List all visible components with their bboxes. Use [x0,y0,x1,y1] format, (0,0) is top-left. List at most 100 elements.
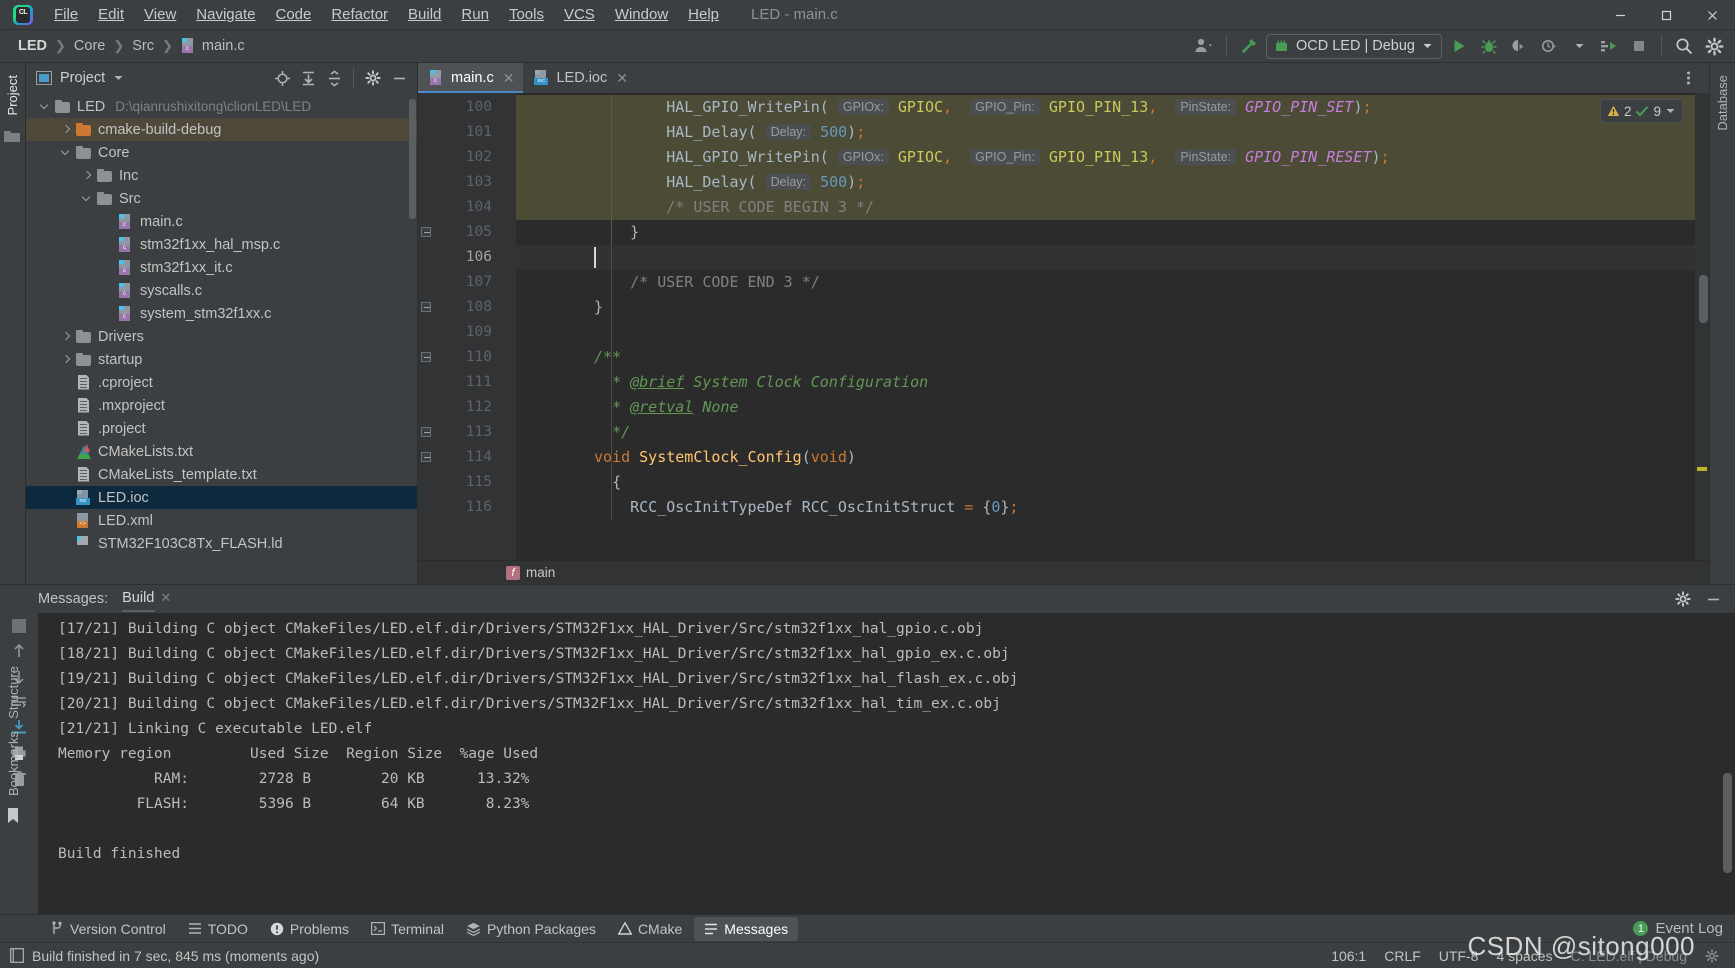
stop-button[interactable] [1626,34,1652,58]
tree-node[interactable]: Core [26,141,417,164]
code-folding-column[interactable] [421,93,1705,560]
caret-position[interactable]: 106:1 [1331,948,1366,964]
hide-panel-icon[interactable] [387,67,411,89]
tree-node[interactable]: stm32f1xx_it.c [26,256,417,279]
event-log-label[interactable]: Event Log [1655,920,1723,937]
expand-all-icon[interactable] [296,67,320,89]
fold-marker-icon[interactable] [421,302,431,312]
fold-marker-icon[interactable] [421,352,431,362]
tree-node[interactable]: .project [26,417,417,440]
tree-node[interactable]: Src [26,187,417,210]
source-code[interactable]: HAL_GPIO_WritePin( GPIOx: GPIOC, GPIO_Pi… [516,93,1695,560]
tree-node[interactable]: Drivers [26,325,417,348]
tool-tab-terminal[interactable]: Terminal [361,917,454,941]
close-tab-icon[interactable]: ✕ [503,70,515,87]
menu-code[interactable]: Code [265,3,321,26]
tab-led-ioc[interactable]: LED.ioc ✕ [523,63,637,93]
fold-marker-icon[interactable] [421,227,431,237]
chevron-right-icon[interactable] [59,353,73,367]
tool-tab-messages[interactable]: Messages [694,916,799,941]
tool-tab-problems[interactable]: Problems [260,917,359,941]
code-line[interactable]: * @brief System Clock Configuration [594,370,1695,395]
build-target[interactable]: C: LED.elf | Debug [1571,948,1687,964]
tree-node[interactable]: main.c [26,210,417,233]
fold-marker-icon[interactable] [421,427,431,437]
code-line[interactable]: HAL_Delay( Delay: 500); [594,120,1695,145]
tree-node[interactable]: system_stm32f1xx.c [26,302,417,325]
tree-node[interactable]: CMakeLists.txt [26,440,417,463]
breadcrumb-core[interactable]: Core [70,36,109,56]
run-with-coverage-icon[interactable] [1596,34,1622,58]
hide-panel-icon[interactable] [1701,588,1725,610]
tree-node[interactable]: CMakeLists_template.txt [26,463,417,486]
project-folder-icon[interactable] [3,129,22,147]
code-line[interactable]: } [594,295,1695,320]
tool-tab-todo[interactable]: TODO [178,917,258,941]
sidebar-tab-project[interactable]: Project [3,69,22,121]
menu-edit[interactable]: Edit [88,3,134,26]
file-encoding[interactable]: UTF-8 [1439,948,1479,964]
tree-node[interactable]: STM32F103C8Tx_FLASH.ld [26,532,417,555]
sidebar-tab-bookmarks[interactable]: Bookmarks [4,725,23,802]
sidebar-tab-database[interactable]: Database [1713,69,1732,137]
code-line[interactable]: */ [594,420,1695,445]
attach-to-process-icon[interactable] [1506,34,1532,58]
scroll-up-icon[interactable] [12,643,26,659]
stripe-marker-warning[interactable] [1697,467,1707,471]
tree-node[interactable]: cmake-build-debug [26,118,417,141]
tool-tab-version-control[interactable]: Version Control [40,917,176,941]
code-line[interactable]: { [594,470,1695,495]
editor-scrollbar-thumb[interactable] [1699,275,1708,323]
collapse-all-icon[interactable] [322,67,346,89]
settings-gear-icon[interactable] [1701,34,1727,58]
editor-breadcrumb[interactable]: f main [418,560,1709,584]
tool-tab-python-packages[interactable]: Python Packages [456,917,606,941]
tree-node[interactable]: stm32f1xx_hal_msp.c [26,233,417,256]
debug-button[interactable] [1476,34,1502,58]
menu-navigate[interactable]: Navigate [186,3,265,26]
tree-node[interactable]: syscalls.c [26,279,417,302]
close-icon[interactable] [1689,0,1735,30]
breadcrumb-src[interactable]: Src [128,36,158,56]
tree-node[interactable]: .cproject [26,371,417,394]
code-line[interactable]: } [594,220,1695,245]
close-icon[interactable]: ✕ [160,590,171,606]
tree-node[interactable]: LED D:\qianrushixitong\clionLED\LED [26,95,417,118]
code-line[interactable]: HAL_GPIO_WritePin( GPIOx: GPIOC, GPIO_Pi… [594,95,1695,120]
code-line[interactable]: * @retval None [594,395,1695,420]
code-line[interactable]: /** [594,345,1695,370]
code-line[interactable]: void SystemClock_Config(void) [594,445,1695,470]
gear-icon[interactable] [361,67,385,89]
menu-bar[interactable]: File Edit View Navigate Code Refactor Bu… [44,3,729,26]
tab-main-c[interactable]: main.c ✕ [418,63,524,93]
tree-node[interactable]: Inc [26,164,417,187]
inspection-widget[interactable]: 2 9 [1599,99,1683,123]
breadcrumb-led[interactable]: LED [14,36,51,56]
menu-window[interactable]: Window [605,3,678,26]
menu-run[interactable]: Run [451,3,499,26]
search-icon[interactable] [1671,34,1697,58]
chevron-down-icon[interactable] [59,146,73,160]
build-tab[interactable]: Build ✕ [122,590,171,612]
error-stripe-marker-bar[interactable] [1695,93,1709,560]
user-account-icon[interactable] [1191,34,1217,58]
code-line[interactable]: /* USER CODE BEGIN 3 */ [594,195,1695,220]
settings-gear-icon[interactable] [1705,948,1719,963]
chevron-right-icon[interactable] [80,169,94,183]
run-configuration-selector[interactable]: OCD LED | Debug [1265,33,1442,59]
line-separator[interactable]: CRLF [1384,948,1421,964]
menu-build[interactable]: Build [398,3,451,26]
breadcrumb-mainc[interactable]: main.c [177,36,249,56]
menu-file[interactable]: File [44,3,88,26]
maximize-icon[interactable] [1643,0,1689,30]
tool-tab-cmake[interactable]: CMake [608,917,692,941]
code-line[interactable]: HAL_Delay( Delay: 500); [594,170,1695,195]
build-hammer-icon[interactable] [1236,34,1262,58]
locate-file-icon[interactable] [270,67,294,89]
chevron-down-icon[interactable] [1566,34,1592,58]
event-log-area[interactable]: 1 Event Log [1633,920,1735,937]
bookmark-icon[interactable] [7,807,19,824]
project-tree-scrollbar[interactable] [409,99,416,219]
code-line[interactable]: HAL_GPIO_WritePin( GPIOx: GPIOC, GPIO_Pi… [594,145,1695,170]
tree-node[interactable]: LED.xml [26,509,417,532]
